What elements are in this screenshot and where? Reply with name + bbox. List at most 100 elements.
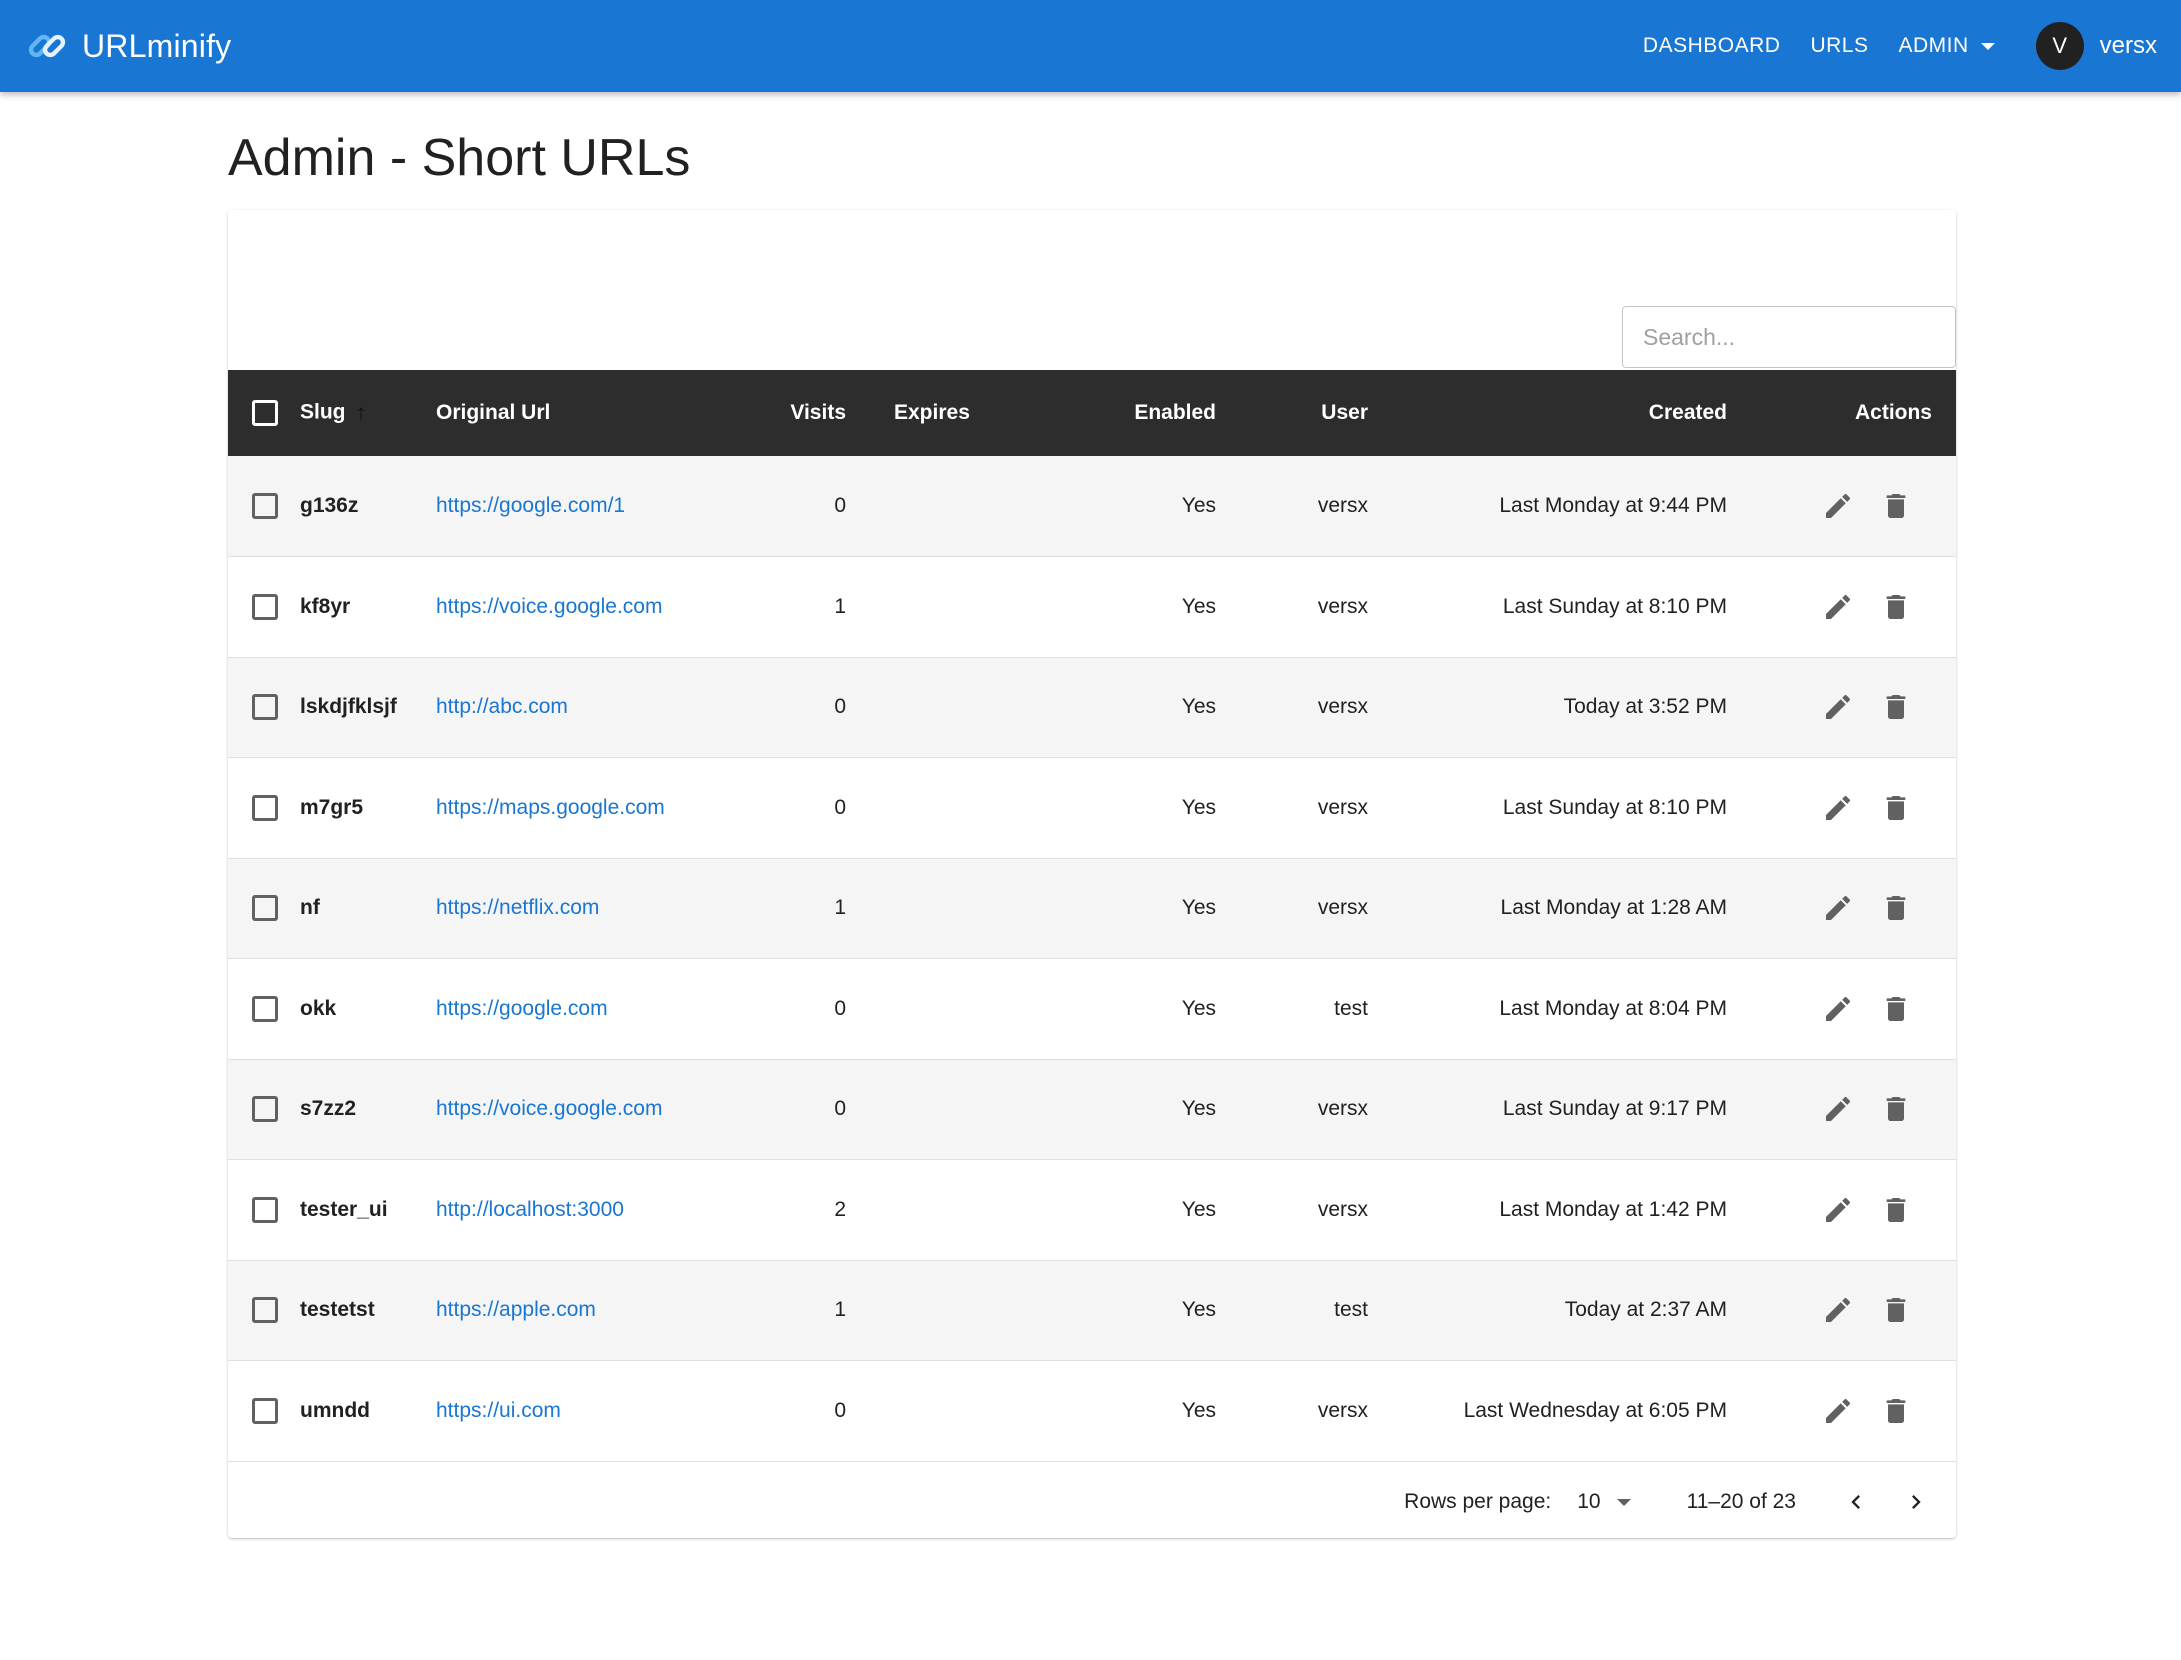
cell-created: Last Sunday at 8:10 PM [1502, 795, 1727, 819]
delete-button[interactable] [1876, 989, 1916, 1029]
edit-button[interactable] [1818, 788, 1858, 828]
cell-user: test [1334, 996, 1368, 1020]
edit-button[interactable] [1818, 1290, 1858, 1330]
column-header-original-url[interactable]: Original Url [436, 370, 686, 456]
original-url-link[interactable]: https://ui.com [436, 1399, 561, 1422]
search-input[interactable] [1622, 306, 1956, 368]
table-row[interactable]: okk https://google.com 0 Yes test Last M… [228, 958, 1956, 1060]
cell-original-url: https://voice.google.com [436, 557, 686, 658]
row-checkbox[interactable] [252, 593, 278, 620]
row-checkbox[interactable] [252, 493, 278, 519]
table-row[interactable]: lskdjfklsjf http://abc.com 0 Yes versx T… [228, 657, 1956, 758]
table-row[interactable]: s7zz2 https://voice.google.com 0 Yes ver… [228, 1059, 1956, 1160]
cell-slug: m7gr5 [300, 795, 364, 819]
cell-original-url: https://ui.com [436, 1361, 686, 1462]
edit-button[interactable] [1818, 989, 1858, 1029]
delete-button[interactable] [1876, 1190, 1916, 1230]
edit-button[interactable] [1818, 587, 1858, 627]
cell-user: versx [1317, 1197, 1368, 1221]
app-bar: URLminify DASHBOARD URLS ADMIN V versx [0, 0, 2181, 92]
row-checkbox[interactable] [252, 895, 278, 922]
original-url-link[interactable]: http://abc.com [436, 695, 568, 718]
next-page-button[interactable] [1896, 1482, 1936, 1522]
nav-dashboard[interactable]: DASHBOARD [1628, 34, 1796, 58]
original-url-link[interactable]: https://google.com [436, 997, 608, 1020]
cell-expires [846, 1361, 1026, 1462]
edit-button[interactable] [1818, 1391, 1858, 1431]
delete-button[interactable] [1876, 1391, 1916, 1431]
cell-created: Last Monday at 1:28 AM [1500, 896, 1727, 920]
edit-button[interactable] [1818, 888, 1858, 928]
delete-button[interactable] [1876, 888, 1916, 928]
original-url-link[interactable]: https://voice.google.com [436, 595, 662, 618]
edit-button[interactable] [1818, 1089, 1858, 1129]
delete-button[interactable] [1876, 1290, 1916, 1330]
brand-logo-link[interactable]: URLminify [26, 0, 231, 92]
table-row[interactable]: m7gr5 https://maps.google.com 0 Yes vers… [228, 757, 1956, 858]
cell-expires [846, 657, 1026, 758]
row-checkbox[interactable] [252, 1196, 278, 1223]
row-checkbox[interactable] [252, 794, 278, 821]
avatar: V [2035, 22, 2084, 70]
delete-button[interactable] [1876, 687, 1916, 727]
edit-button[interactable] [1818, 687, 1858, 727]
cell-user: versx [1317, 795, 1368, 819]
original-url-link[interactable]: https://maps.google.com [436, 796, 665, 819]
original-url-link[interactable]: https://google.com/1 [436, 494, 625, 517]
cell-visits: 2 [834, 1197, 846, 1221]
trash-icon [1886, 996, 1906, 1021]
edit-button[interactable] [1818, 486, 1858, 526]
cell-actions [1727, 1260, 1956, 1361]
rows-per-page-select[interactable]: 10 [1577, 1490, 1631, 1514]
table-row[interactable]: tester_ui http://localhost:3000 2 Yes ve… [228, 1159, 1956, 1261]
row-checkbox[interactable] [252, 1397, 278, 1424]
original-url-link[interactable]: https://netflix.com [436, 896, 599, 919]
column-header-slug[interactable]: Slug ↑ [300, 370, 436, 456]
row-checkbox[interactable] [252, 995, 278, 1022]
table-row[interactable]: nf https://netflix.com 1 Yes versx Last … [228, 858, 1956, 959]
column-header-user[interactable]: User [1216, 370, 1368, 456]
table-row[interactable]: umndd https://ui.com 0 Yes versx Last We… [228, 1360, 1956, 1462]
column-header-expires[interactable]: Expires [846, 370, 1026, 456]
cell-created: Last Monday at 8:04 PM [1499, 996, 1727, 1020]
cell-actions [1727, 959, 1956, 1060]
cell-visits: 0 [834, 795, 846, 819]
pencil-icon [1826, 1097, 1851, 1122]
user-menu[interactable]: V versx [2035, 22, 2157, 70]
nav-urls[interactable]: URLS [1795, 34, 1883, 58]
row-checkbox[interactable] [252, 694, 278, 721]
nav-admin-menu[interactable]: ADMIN [1883, 34, 2009, 58]
cell-enabled: Yes [1181, 494, 1216, 517]
cell-original-url: https://netflix.com [436, 858, 686, 959]
delete-button[interactable] [1876, 788, 1916, 828]
caret-down-icon [1980, 42, 1995, 50]
column-header-visits[interactable]: Visits [686, 370, 846, 456]
edit-button[interactable] [1818, 1190, 1858, 1230]
nav-admin-label: ADMIN [1898, 34, 1969, 57]
cell-actions [1727, 1160, 1956, 1261]
trash-icon [1886, 1298, 1906, 1323]
column-header-enabled[interactable]: Enabled [1026, 370, 1216, 456]
delete-button[interactable] [1876, 587, 1916, 627]
select-all-checkbox[interactable] [252, 400, 278, 426]
original-url-link[interactable]: https://voice.google.com [436, 1097, 662, 1120]
row-checkbox[interactable] [252, 1096, 278, 1123]
column-header-created[interactable]: Created [1368, 370, 1727, 456]
table-row[interactable]: kf8yr https://voice.google.com 1 Yes ver… [228, 556, 1956, 658]
delete-button[interactable] [1876, 486, 1916, 526]
row-checkbox[interactable] [252, 1297, 278, 1324]
cell-slug: tester_ui [300, 1197, 388, 1221]
table-row[interactable]: testetst https://apple.com 1 Yes test To… [228, 1260, 1956, 1361]
cell-enabled: Yes [1181, 1197, 1216, 1221]
caret-down-icon [1616, 1498, 1631, 1506]
cell-created: Last Monday at 9:44 PM [1499, 494, 1727, 517]
original-url-link[interactable]: https://apple.com [436, 1298, 596, 1321]
original-url-link[interactable]: http://localhost:3000 [436, 1198, 624, 1221]
previous-page-button[interactable] [1836, 1482, 1876, 1522]
rows-per-page-label: Rows per page: [1404, 1490, 1552, 1513]
cell-enabled: Yes [1181, 695, 1216, 719]
delete-button[interactable] [1876, 1089, 1916, 1129]
cell-user: versx [1317, 695, 1368, 719]
trash-icon [1886, 1097, 1906, 1122]
table-row[interactable]: g136z https://google.com/1 0 Yes versx L… [228, 456, 1956, 557]
